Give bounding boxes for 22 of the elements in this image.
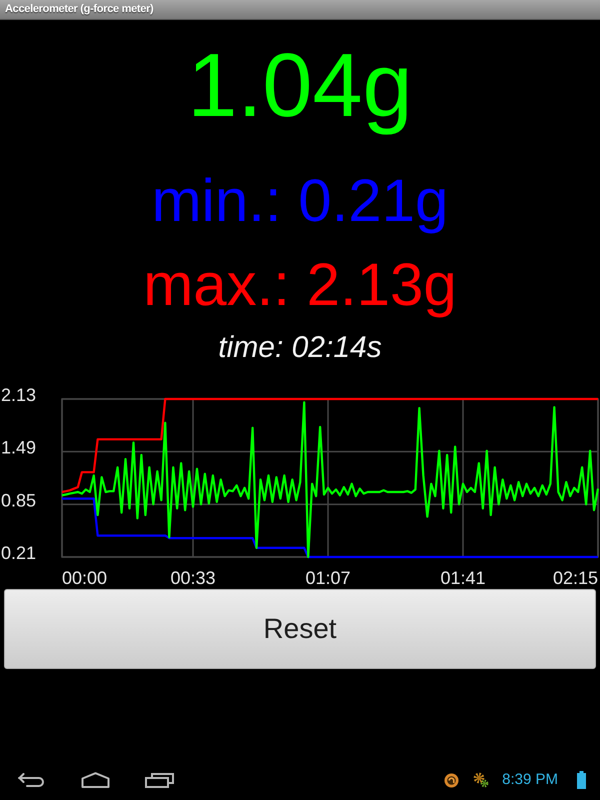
- y-axis-label: 0.85: [1, 490, 36, 510]
- current-reading: 1.04g: [187, 35, 413, 138]
- x-axis-label: 02:15: [552, 568, 598, 588]
- ring-icon: [444, 772, 460, 788]
- recent-apps-icon[interactable]: [145, 772, 174, 788]
- y-axis-label: 1.49: [1, 438, 36, 458]
- x-axis-label: 01:07: [306, 568, 351, 588]
- x-axis-label: 00:00: [62, 568, 108, 588]
- y-axis-label: 0.21: [1, 543, 36, 563]
- window-title: Accelerometer (g-force meter): [5, 2, 154, 18]
- y-axis-label: 2.13: [1, 385, 36, 405]
- status-clock: 8:39 PM: [502, 770, 558, 790]
- x-axis-label: 00:33: [170, 568, 216, 588]
- gears-icon: [473, 772, 490, 788]
- home-icon[interactable]: [81, 772, 110, 788]
- x-axis-label: 01:41: [440, 568, 486, 588]
- min-reading: min.: 0.21g: [152, 166, 448, 234]
- elapsed-time: time: 02:14s: [218, 330, 382, 365]
- back-icon[interactable]: [18, 773, 46, 787]
- battery-icon: [577, 771, 586, 789]
- max-reading: max.: 2.13g: [143, 250, 457, 318]
- reset-button[interactable]: Reset: [4, 589, 596, 669]
